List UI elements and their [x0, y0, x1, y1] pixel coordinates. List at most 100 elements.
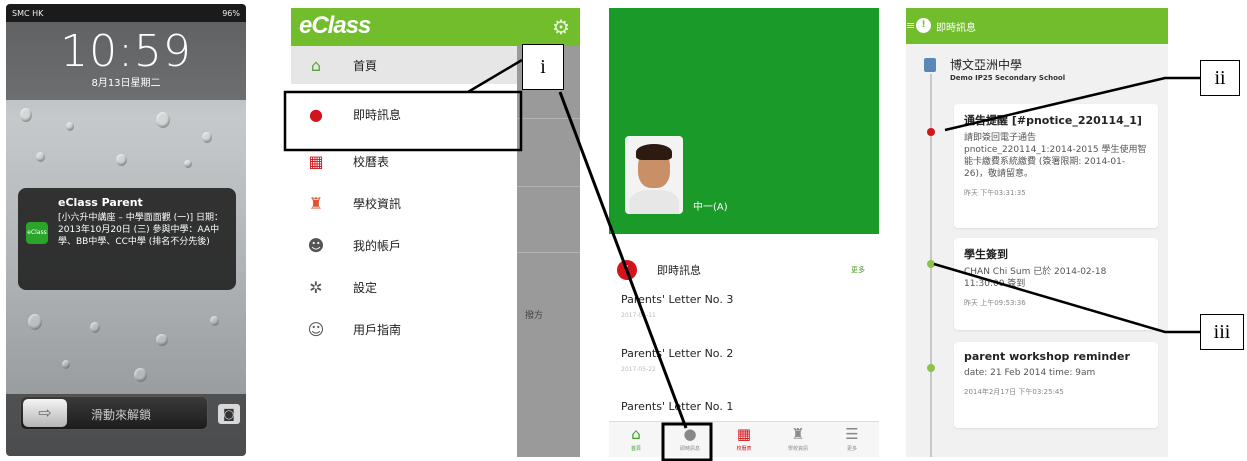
water-drop: [156, 334, 168, 346]
tab-label: 更多: [846, 446, 857, 452]
tab-label: 校曆表: [736, 446, 752, 452]
water-drop: [20, 108, 32, 122]
notification-body: [小六升中講座 – 中學面面觀 (一)] 日期：2013年10月20日 (三) …: [58, 213, 223, 247]
card-title: 學生簽到: [964, 248, 1008, 261]
clock-date: 8月13日星期二: [91, 78, 161, 89]
side-menu: ⌂ 首頁 ● 即時訊息 ▦ 校曆表 ♜ 學校資訊 ☻ 我的帳戶 ✲ 設定 ☺ 用…: [291, 46, 517, 350]
push-notification[interactable]: eClass Parent eClass [小六升中講座 – 中學面面觀 (一)…: [18, 188, 236, 290]
message-item[interactable]: Parents' Letter No. 1: [621, 400, 733, 413]
background-text: 撥方: [525, 311, 544, 321]
timeline-dot: [927, 128, 935, 136]
notification-app-name: eClass Parent: [58, 196, 143, 209]
card-time: 昨天 上午09:53:36: [964, 299, 1026, 307]
tab-home[interactable]: ⌂ 首頁: [609, 422, 663, 457]
card-time: 昨天 下午03:31:35: [964, 189, 1026, 197]
timeline-screen: ≡ ! 即時訊息 博文亞洲中學 Demo IP25 Secondary Scho…: [906, 8, 1168, 457]
app-header: eClass ⚙: [291, 8, 580, 46]
camera-icon[interactable]: ◙: [218, 404, 240, 424]
menu-item-guide[interactable]: ☺ 用戶指南: [291, 308, 517, 350]
callout-iii: iii: [1200, 314, 1244, 350]
home-screen: 中一(A) ! 即時訊息 更多 Parents' Letter No. 3 20…: [609, 8, 879, 457]
status-bar: SMC HK 96%: [6, 4, 246, 22]
message-icon: !: [916, 18, 931, 33]
eclass-app-icon: eClass: [26, 222, 48, 244]
tab-label: 首頁: [630, 446, 641, 452]
guide-icon: ☺: [307, 319, 325, 339]
menu-item-home[interactable]: ⌂ 首頁: [291, 46, 517, 84]
student-class: 中一(A): [693, 202, 728, 213]
menu-item-calendar[interactable]: ▦ 校曆表: [291, 140, 517, 182]
message-icon: ●: [309, 104, 323, 124]
card-title: 通告提醒 [#pnotice_220114_1]: [964, 114, 1142, 127]
avatar-hair: [636, 144, 672, 160]
menu-item-school-info[interactable]: ♜ 學校資訊: [291, 182, 517, 224]
tab-messages[interactable]: ● 即時訊息: [663, 422, 717, 457]
water-drop: [134, 368, 147, 382]
callout-ii: ii: [1200, 60, 1240, 96]
divider: [517, 252, 580, 253]
callout-i: i: [522, 44, 564, 90]
timeline-card[interactable]: parent workshop reminder date: 21 Feb 20…: [954, 342, 1158, 428]
lock-screen: SMC HK 96% 10:59 8月13日星期二 eClass Parent …: [6, 4, 246, 456]
water-drop: [36, 152, 45, 162]
menu-item-messages[interactable]: ● 即時訊息: [291, 88, 517, 140]
water-drop: [116, 154, 127, 166]
slide-to-unlock-slider[interactable]: ⇨ 滑動來解鎖: [20, 396, 208, 430]
message-item[interactable]: Parents' Letter No. 2: [621, 347, 733, 360]
gear-icon[interactable]: ⚙: [552, 15, 570, 39]
card-body: 請即簽回電子通告 pnotice_220114_1:2014-2015 學生使用…: [964, 133, 1147, 179]
tab-more[interactable]: ☰ 更多: [825, 422, 879, 457]
water-drop: [202, 132, 212, 143]
tab-label: 即時訊息: [679, 446, 700, 452]
timeline-card[interactable]: 學生簽到 CHAN Chi Sum 已於 2014-02-18 11:30:00…: [954, 238, 1158, 330]
school-name: 博文亞洲中學: [950, 58, 1023, 72]
school-info-icon: ♜: [308, 193, 324, 213]
battery-label: 96%: [222, 8, 240, 18]
arrow-right-icon[interactable]: ⇨: [23, 399, 67, 427]
water-drop: [90, 322, 100, 333]
menu-icon[interactable]: ≡: [906, 19, 915, 32]
school-name-en: Demo IP25 Secondary School: [950, 74, 1066, 82]
menu-item-label: 設定: [353, 280, 378, 295]
menu-item-label: 即時訊息: [353, 107, 402, 122]
messages-section-header: ! 即時訊息 更多: [609, 256, 879, 284]
calendar-icon: ▦: [308, 151, 324, 171]
page-title: 即時訊息: [936, 23, 976, 34]
calendar-icon: ▦: [736, 425, 752, 443]
water-drop: [28, 314, 42, 330]
message-icon: ●: [683, 425, 697, 443]
menu-item-label: 校曆表: [353, 154, 390, 169]
school-info-icon: ♜: [791, 425, 805, 443]
student-avatar[interactable]: [625, 136, 683, 214]
menu-item-account[interactable]: ☻ 我的帳戶: [291, 224, 517, 266]
menu-item-label: 學校資訊: [353, 196, 402, 211]
divider: [517, 186, 580, 187]
tab-school-info[interactable]: ♜ 學校資訊: [771, 422, 825, 457]
card-title: parent workshop reminder: [964, 350, 1130, 363]
dimmed-content[interactable]: 撥方: [517, 46, 580, 457]
avatar-shirt: [629, 190, 679, 214]
card-time: 2014年2月17日 下午03:25:45: [964, 388, 1064, 396]
figure: SMC HK 96% 10:59 8月13日星期二 eClass Parent …: [0, 0, 1247, 461]
home-icon: ⌂: [310, 55, 322, 75]
water-drop: [66, 122, 74, 131]
water-drop: [184, 160, 192, 168]
account-icon: ☻: [307, 235, 325, 255]
message-item[interactable]: Parents' Letter No. 3: [621, 293, 733, 306]
message-date: 2017-05-11: [621, 312, 656, 319]
message-date: 2017-05-22: [621, 366, 656, 373]
clock-time: 10:59: [60, 26, 192, 77]
timeline-card[interactable]: 通告提醒 [#pnotice_220114_1] 請即簽回電子通告 pnotic…: [954, 104, 1158, 228]
more-link[interactable]: 更多: [851, 265, 865, 275]
menu-item-settings[interactable]: ✲ 設定: [291, 266, 517, 308]
water-drop: [62, 360, 70, 369]
timeline-dot: [927, 364, 935, 372]
more-icon: ☰: [845, 425, 859, 443]
water-drop: [210, 316, 219, 326]
tab-calendar[interactable]: ▦ 校曆表: [717, 422, 771, 457]
card-body: CHAN Chi Sum 已於 2014-02-18 11:30:00 簽到: [964, 267, 1107, 289]
message-icon: !: [617, 260, 637, 280]
clock-area: 10:59 8月13日星期二: [6, 22, 246, 100]
timeline-dot: [927, 260, 935, 268]
home-icon: ⌂: [631, 425, 641, 443]
